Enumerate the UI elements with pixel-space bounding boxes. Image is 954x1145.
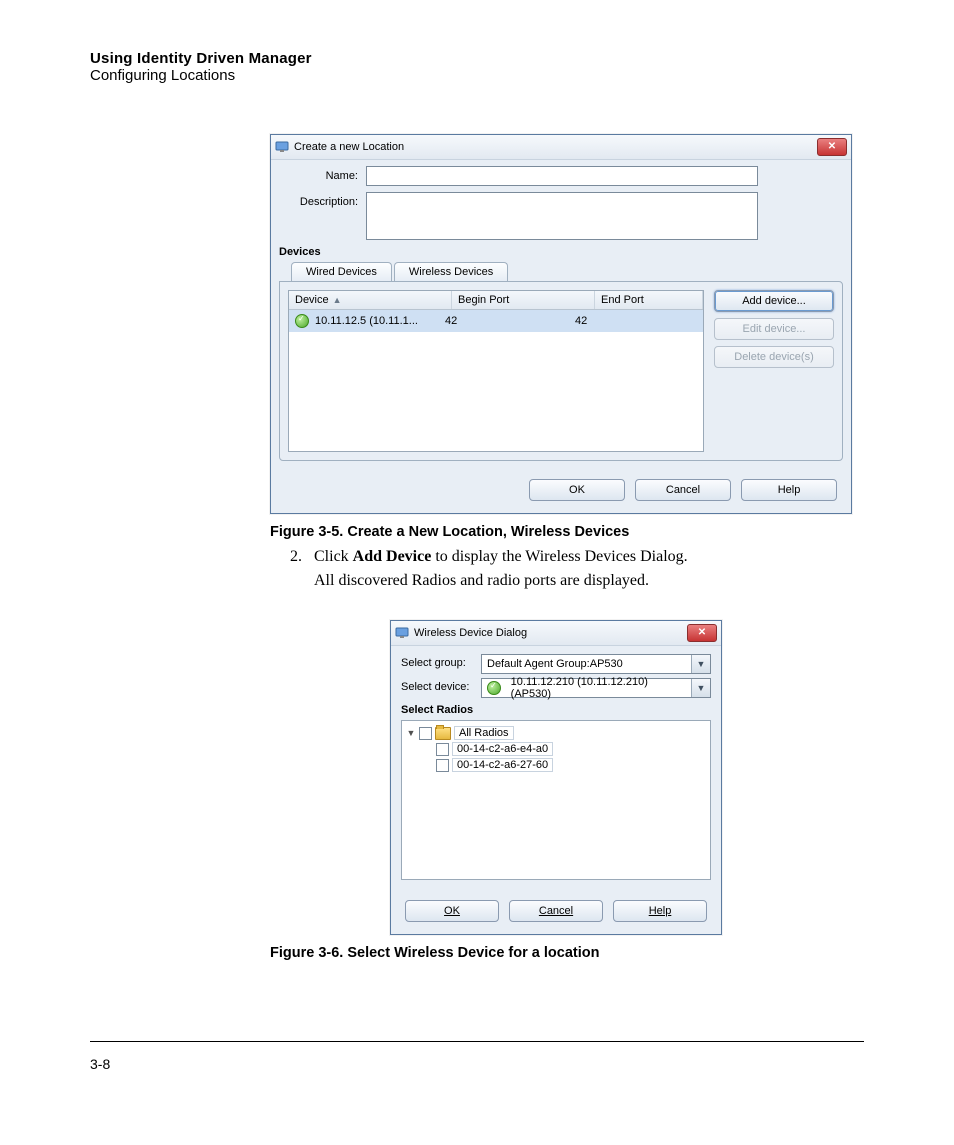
dialog2-title: Wireless Device Dialog: [414, 627, 687, 639]
cancel-button[interactable]: Cancel: [635, 479, 731, 501]
ok-button[interactable]: OK: [405, 900, 499, 922]
close-button[interactable]: ✕: [817, 138, 847, 156]
step-2: 2. Click Add Device to display the Wirel…: [290, 548, 864, 566]
monitor-icon: [275, 140, 289, 154]
tree-root-label: All Radios: [454, 726, 514, 740]
dialog2-titlebar: Wireless Device Dialog ✕: [391, 621, 721, 646]
help-button[interactable]: Help: [613, 900, 707, 922]
folder-icon: [435, 727, 451, 740]
header-title: Using Identity Driven Manager: [90, 50, 864, 67]
tree-child[interactable]: 00-14-c2-a6-27-60: [406, 757, 706, 773]
tab-wired-devices[interactable]: Wired Devices: [291, 262, 392, 281]
header-subtitle: Configuring Locations: [90, 67, 864, 84]
tree-child[interactable]: 00-14-c2-a6-e4-a0: [406, 741, 706, 757]
device-tabs: Wired Devices Wireless Devices: [291, 262, 851, 281]
dropdown-icon: ▼: [691, 679, 710, 697]
cell-device: 10.11.12.5 (10.11.1...: [315, 315, 418, 327]
create-location-dialog: Create a new Location ✕ Name: Descriptio…: [270, 134, 852, 514]
close-icon: ✕: [698, 628, 706, 638]
dialog-titlebar: Create a new Location ✕: [271, 135, 851, 160]
help-button[interactable]: Help: [741, 479, 837, 501]
status-ok-icon: [295, 314, 309, 328]
devices-panel: Device▲ Begin Port End Port 10.11.12.5 (…: [279, 281, 843, 461]
figure-3-6-caption: Figure 3-6. Select Wireless Device for a…: [270, 945, 864, 961]
step-text: Click Add Device to display the Wireless…: [314, 548, 864, 566]
figure-3-5-caption: Figure 3-5. Create a New Location, Wirel…: [270, 524, 864, 540]
sort-asc-icon: ▲: [333, 295, 342, 305]
edit-device-button: Edit device...: [714, 318, 834, 340]
cancel-button[interactable]: Cancel: [509, 900, 603, 922]
status-ok-icon: [487, 681, 501, 695]
name-label: Name:: [283, 166, 366, 182]
checkbox[interactable]: [419, 727, 432, 740]
page-footer: 3-8: [90, 1041, 864, 1072]
page-number: 3-8: [90, 1056, 110, 1072]
col-begin-port[interactable]: Begin Port: [452, 291, 595, 309]
select-group-combo[interactable]: Default Agent Group:AP530 ▼: [481, 654, 711, 674]
select-radios-label: Select Radios: [401, 704, 711, 716]
wireless-device-dialog: Wireless Device Dialog ✕ Select group: D…: [390, 620, 722, 935]
collapse-icon[interactable]: ▼: [406, 728, 416, 738]
device-action-buttons: Add device... Edit device... Delete devi…: [714, 290, 834, 452]
table-header: Device▲ Begin Port End Port: [289, 291, 703, 310]
radio-mac-1: 00-14-c2-a6-e4-a0: [452, 742, 553, 756]
device-value: 10.11.12.210 (10.11.12.210) (AP530): [511, 676, 686, 700]
group-value: Default Agent Group:AP530: [487, 658, 623, 670]
cell-begin: 42: [445, 313, 575, 329]
close-icon: ✕: [828, 142, 836, 152]
description-input[interactable]: [366, 192, 758, 240]
select-device-label: Select device:: [401, 678, 481, 693]
dialog-button-row: OK Cancel Help: [271, 469, 851, 513]
add-device-button[interactable]: Add device...: [714, 290, 834, 312]
delete-device-button: Delete device(s): [714, 346, 834, 368]
page-header: Using Identity Driven Manager Configurin…: [90, 50, 864, 84]
tab-wireless-devices[interactable]: Wireless Devices: [394, 262, 508, 281]
name-input[interactable]: [366, 166, 758, 186]
col-device[interactable]: Device▲: [289, 291, 452, 309]
col-end-port[interactable]: End Port: [595, 291, 703, 309]
select-device-combo[interactable]: 10.11.12.210 (10.11.12.210) (AP530) ▼: [481, 678, 711, 698]
close-button[interactable]: ✕: [687, 624, 717, 642]
dropdown-icon: ▼: [691, 655, 710, 673]
checkbox[interactable]: [436, 743, 449, 756]
step-number: 2.: [290, 548, 314, 566]
step-2-line2: All discovered Radios and radio ports ar…: [314, 572, 864, 590]
description-label: Description:: [283, 192, 366, 208]
ok-button[interactable]: OK: [529, 479, 625, 501]
checkbox[interactable]: [436, 759, 449, 772]
dialog2-button-row: OK Cancel Help: [391, 890, 721, 934]
cell-end: 42: [575, 313, 697, 329]
radio-mac-2: 00-14-c2-a6-27-60: [452, 758, 553, 772]
devices-section-label: Devices: [279, 246, 843, 258]
table-row[interactable]: 10.11.12.5 (10.11.1... 42 42: [289, 310, 703, 332]
radios-tree: ▼ All Radios 00-14-c2-a6-e4-a0 00-14-c2-…: [401, 720, 711, 880]
dialog-title: Create a new Location: [294, 141, 817, 153]
select-group-label: Select group:: [401, 654, 481, 669]
devices-table: Device▲ Begin Port End Port 10.11.12.5 (…: [288, 290, 704, 452]
monitor-icon: [395, 626, 409, 640]
tree-root[interactable]: ▼ All Radios: [406, 725, 706, 741]
